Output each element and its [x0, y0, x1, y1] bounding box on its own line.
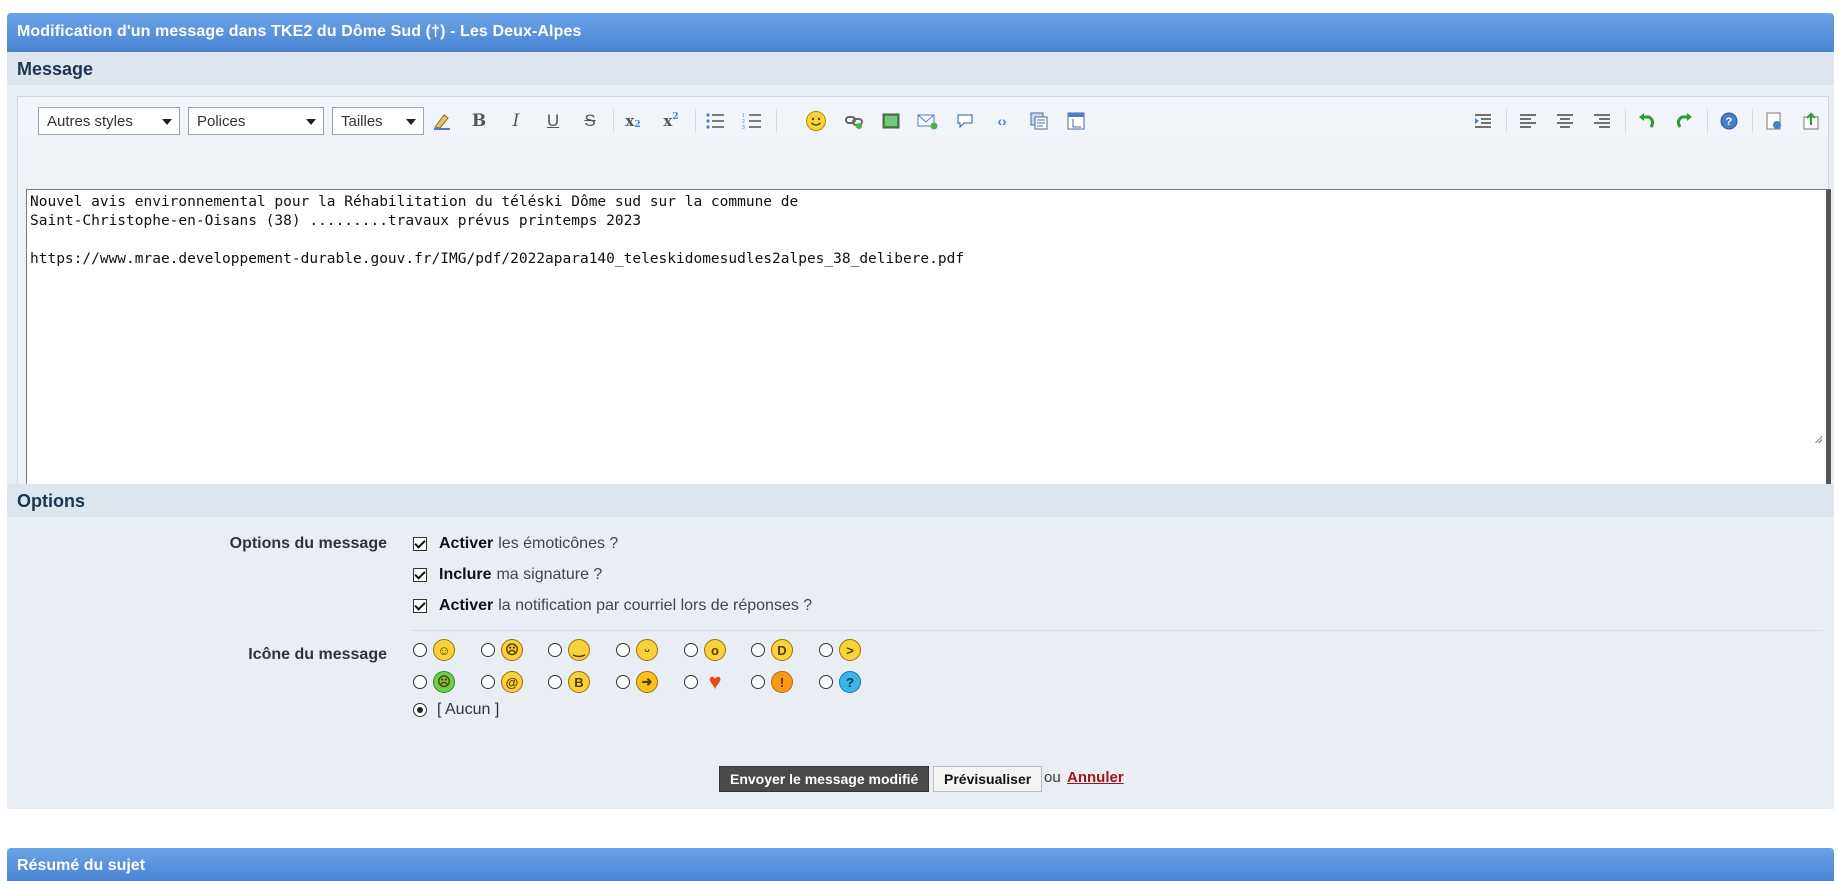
- align-left-icon[interactable]: [1515, 108, 1541, 134]
- edit-form-panel: Message Autres styles Polices Tailles B …: [7, 52, 1834, 809]
- align-center-icon[interactable]: [1552, 108, 1578, 134]
- topic-summary-bar[interactable]: Résumé du sujet: [7, 848, 1834, 881]
- remove-format-icon[interactable]: [429, 108, 455, 134]
- icon-option-frown[interactable]: ☹: [481, 638, 523, 662]
- insert-table-icon[interactable]: [1063, 108, 1089, 134]
- icon-option-question[interactable]: ?: [819, 670, 861, 694]
- laugh-icon: D: [771, 639, 793, 661]
- page-title: Modification d'un message dans TKE2 du D…: [7, 13, 1834, 52]
- message-icon-label: Icône du message: [248, 646, 387, 663]
- strikethrough-icon[interactable]: S: [577, 108, 603, 134]
- font-select[interactable]: Polices: [188, 107, 324, 135]
- indent-icon[interactable]: [1470, 108, 1496, 134]
- enable-emoticons-checkbox[interactable]: [413, 537, 427, 551]
- settings-icon[interactable]: [1761, 108, 1787, 134]
- sleepy-icon: ‿: [568, 639, 590, 661]
- angry-icon: >: [839, 639, 861, 661]
- editor-toolbar: Autres styles Polices Tailles B I U S x2…: [18, 97, 1828, 137]
- grin-icon: ᵕ: [636, 639, 658, 661]
- smile-icon: ☺: [433, 639, 455, 661]
- email-notification-checkbox[interactable]: [413, 599, 427, 613]
- include-signature-checkbox[interactable]: [413, 568, 427, 582]
- email-icon[interactable]: [915, 108, 941, 134]
- cool-icon: B: [568, 671, 590, 693]
- underline-icon[interactable]: U: [540, 108, 566, 134]
- icon-option-exclamation[interactable]: !: [751, 670, 793, 694]
- icon-option-smile[interactable]: ☺: [413, 638, 455, 662]
- size-select[interactable]: Tailles: [332, 107, 424, 135]
- redo-icon[interactable]: [1671, 108, 1697, 134]
- message-options-label: Options du message: [229, 535, 387, 552]
- style-select[interactable]: Autres styles: [38, 107, 180, 135]
- exclamation-icon: !: [771, 671, 793, 693]
- enable-emoticons-option[interactable]: Activer les émoticônes ?: [413, 533, 618, 555]
- icon-option-arrow[interactable]: ➜: [616, 670, 658, 694]
- icon-option-laugh[interactable]: D: [751, 638, 793, 662]
- frown-icon: ☹: [501, 639, 523, 661]
- numbered-list-icon[interactable]: 123: [739, 108, 765, 134]
- surprised-icon: o: [704, 639, 726, 661]
- question-icon: ?: [839, 671, 861, 693]
- icon-option-cool[interactable]: B: [548, 670, 590, 694]
- emoticon-icon[interactable]: [803, 108, 829, 134]
- upload-icon[interactable]: [1798, 108, 1824, 134]
- editor: Autres styles Polices Tailles B I U S x2…: [17, 96, 1831, 502]
- preview-button[interactable]: Prévisualiser: [933, 766, 1043, 792]
- quote-icon[interactable]: [952, 108, 978, 134]
- edit-message-page: Modification d'un message dans TKE2 du D…: [0, 0, 1839, 881]
- options-divider: [411, 630, 1823, 631]
- icon-option-confused[interactable]: @: [481, 670, 523, 694]
- image-icon[interactable]: [878, 108, 904, 134]
- heart-icon: ♥: [708, 669, 722, 694]
- code-icon[interactable]: ‹›: [989, 108, 1015, 134]
- or-text: ou: [1044, 769, 1061, 786]
- icon-option-heart[interactable]: ♥: [684, 669, 726, 694]
- svg-text:?: ?: [1726, 116, 1733, 128]
- italic-icon[interactable]: I: [503, 108, 529, 134]
- bold-icon[interactable]: B: [466, 108, 492, 134]
- sick-icon: ☹: [433, 671, 455, 693]
- bullet-list-icon[interactable]: [702, 108, 728, 134]
- icon-option-surprised[interactable]: o: [684, 638, 726, 662]
- undo-icon[interactable]: [1634, 108, 1660, 134]
- svg-text:3: 3: [742, 125, 745, 130]
- submit-edited-message-button[interactable]: Envoyer le message modifié: [719, 766, 930, 792]
- message-section-heading: Message: [7, 52, 1834, 85]
- cancel-link[interactable]: Annuler: [1067, 769, 1124, 786]
- html-icon[interactable]: [1026, 108, 1052, 134]
- icon-option-sleepy[interactable]: ‿: [548, 638, 590, 662]
- align-right-icon[interactable]: [1589, 108, 1615, 134]
- icon-option-none[interactable]: [ Aucun ]: [413, 698, 499, 722]
- confused-icon: @: [501, 671, 523, 693]
- superscript-icon[interactable]: x2: [658, 108, 684, 134]
- include-signature-option[interactable]: Inclure ma signature ?: [413, 564, 602, 586]
- resize-grip[interactable]: [1814, 435, 1822, 443]
- help-icon[interactable]: ?: [1716, 108, 1742, 134]
- message-textarea[interactable]: [26, 189, 1831, 502]
- subscript-icon[interactable]: x2: [620, 108, 646, 134]
- icon-option-sick[interactable]: ☹: [413, 670, 455, 694]
- icon-option-grin[interactable]: ᵕ: [616, 638, 658, 662]
- options-section-heading: Options: [7, 484, 1834, 517]
- icon-option-angry[interactable]: >: [819, 638, 861, 662]
- email-notification-option[interactable]: Activer la notification par courriel lor…: [413, 595, 812, 617]
- link-icon[interactable]: [841, 108, 867, 134]
- arrow-icon: ➜: [636, 671, 658, 693]
